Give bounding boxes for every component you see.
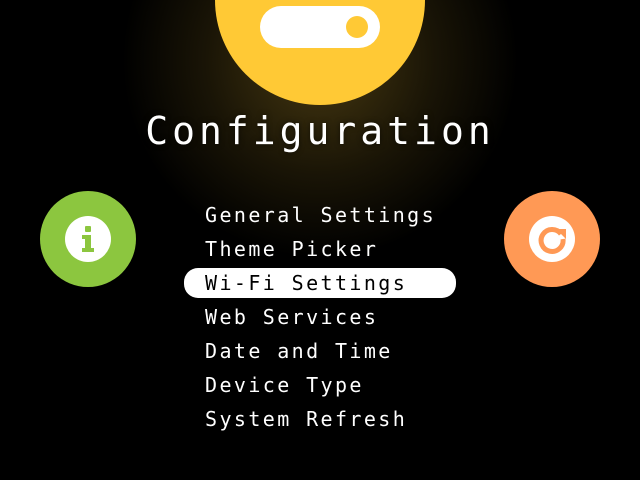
info-button[interactable] [40, 191, 136, 287]
toggle-knob [346, 16, 368, 38]
menu-item-general-settings[interactable]: General Settings [184, 198, 456, 232]
toggle-switch-icon [260, 6, 380, 48]
refresh-button[interactable] [504, 191, 600, 287]
menu-item-wifi-settings[interactable]: Wi-Fi Settings [184, 268, 456, 298]
config-screen: Configuration General Settings Theme Pic… [0, 0, 640, 480]
page-title: Configuration [145, 109, 495, 153]
info-icon [65, 216, 111, 262]
settings-menu: General Settings Theme Picker Wi-Fi Sett… [184, 198, 456, 436]
menu-item-system-refresh[interactable]: System Refresh [184, 402, 456, 436]
menu-item-theme-picker[interactable]: Theme Picker [184, 232, 456, 266]
menu-item-web-services[interactable]: Web Services [184, 300, 456, 334]
refresh-icon [529, 216, 575, 262]
menu-item-date-and-time[interactable]: Date and Time [184, 334, 456, 368]
menu-item-device-type[interactable]: Device Type [184, 368, 456, 402]
